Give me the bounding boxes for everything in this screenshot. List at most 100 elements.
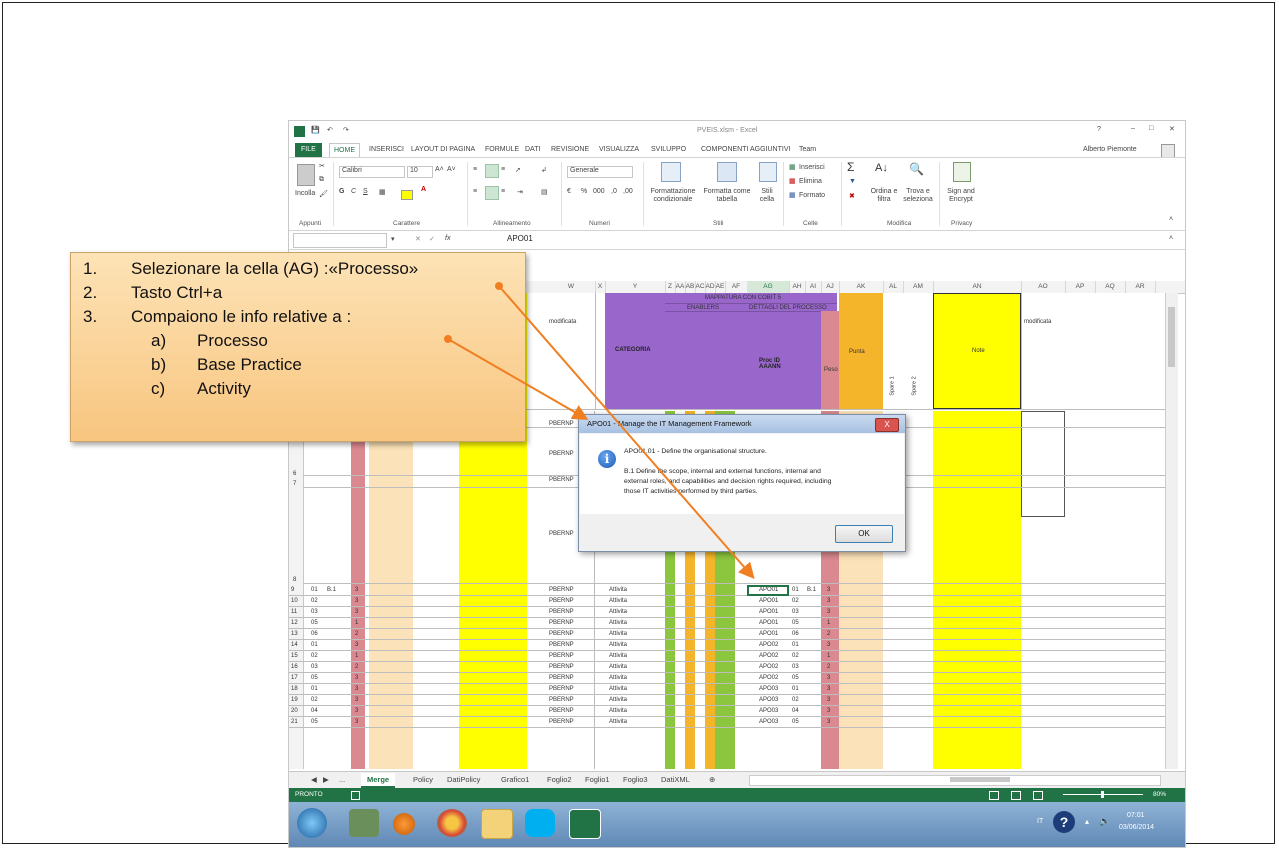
cell-ah[interactable]: 01 (792, 642, 799, 648)
wrap-text-icon[interactable]: ↲ (541, 166, 547, 174)
cell-a[interactable]: 05 (311, 719, 318, 725)
cell-aj[interactable]: 2 (827, 631, 830, 637)
col-aq[interactable]: AQ (1095, 281, 1126, 293)
tab-sviluppo[interactable]: SVILUPPO (651, 143, 686, 157)
paste-button[interactable]: Incolla (295, 190, 315, 197)
cell-y[interactable]: Attivita (609, 620, 627, 626)
cancel-entry-icon[interactable]: ✕ (415, 235, 421, 243)
col-am[interactable]: AM (903, 281, 934, 293)
cell-a[interactable]: 03 (311, 664, 318, 670)
italic-icon[interactable]: C (351, 188, 356, 195)
cell-ag[interactable]: APO01 (759, 609, 778, 615)
close-icon[interactable]: ✕ (1169, 125, 1175, 133)
explorer-icon[interactable] (349, 809, 379, 837)
restore-icon[interactable]: □ (1149, 125, 1153, 132)
cell-b[interactable]: B.1 (327, 587, 336, 593)
col-al[interactable]: AL (883, 281, 904, 293)
cell-aj[interactable]: 1 (827, 653, 830, 659)
cell-a[interactable]: 03 (311, 609, 318, 615)
insert-function-icon[interactable]: fx (445, 235, 450, 242)
cell-ah[interactable]: 02 (792, 598, 799, 604)
col-ag[interactable]: AG (747, 281, 790, 293)
grow-font-icon[interactable]: A˄ (435, 166, 444, 173)
table-row[interactable]: 9 01 B.1 3 PBERNP Attivita APO01 01 B.1 3 (289, 585, 1165, 596)
font-name-select[interactable]: Calibri (339, 166, 405, 178)
help-tray-icon[interactable]: ? (1053, 811, 1075, 833)
cell-ah[interactable]: 03 (792, 609, 799, 615)
cell-aj[interactable]: 3 (827, 587, 830, 593)
cell-aj[interactable]: 3 (827, 686, 830, 692)
cell-c[interactable]: 3 (355, 675, 358, 681)
cell-w[interactable]: PBERNP (549, 675, 574, 681)
sheet-tab-foglio2[interactable]: Foglio2 (547, 773, 572, 786)
merge-icon[interactable]: ▤ (541, 188, 548, 196)
confirm-entry-icon[interactable]: ✓ (429, 235, 435, 243)
cell-y[interactable]: Attivita (609, 631, 627, 637)
insert-button[interactable]: Inserisci (799, 164, 825, 171)
cell-w[interactable]: PBERNP (549, 697, 574, 703)
cell-ag[interactable]: APO02 (759, 642, 778, 648)
increase-decimal-icon[interactable]: ,0 (611, 188, 617, 195)
cell-aj[interactable]: 2 (827, 664, 830, 670)
autosum-icon[interactable]: Σ (847, 160, 854, 174)
tab-visualizza[interactable]: VISUALIZZA (599, 143, 639, 157)
align-top-icon[interactable]: ≡ (473, 166, 477, 173)
col-ah[interactable]: AH (789, 281, 806, 293)
cell-c[interactable]: 3 (355, 708, 358, 714)
col-w[interactable]: W (547, 281, 596, 293)
tab-componenti[interactable]: COMPONENTI AGGIUNTIVI (701, 143, 790, 157)
name-box[interactable] (293, 233, 387, 248)
shrink-font-icon[interactable]: A˅ (447, 166, 456, 173)
collapse-ribbon-icon[interactable]: ˄ (1169, 216, 1173, 223)
tab-layout[interactable]: LAYOUT DI PAGINA (411, 143, 475, 157)
sheet-tab-datixml[interactable]: DatiXML (661, 773, 690, 786)
format-painter-icon[interactable]: 🖌 (319, 190, 328, 198)
folder-icon[interactable] (481, 809, 513, 839)
tab-next-icon[interactable]: ▶ (323, 773, 329, 786)
cell-c[interactable]: 3 (355, 587, 358, 593)
thousands-icon[interactable]: 000 (593, 188, 605, 195)
expand-formula-icon[interactable]: ˄ (1169, 235, 1173, 242)
cell-styles-button[interactable]: Stili cella (755, 188, 779, 204)
tab-prev-icon[interactable]: ◀ (311, 773, 317, 786)
tab-inserisci[interactable]: INSERISCI (369, 143, 404, 157)
cell-y[interactable]: Attivita (609, 708, 627, 714)
cell-ag[interactable]: APO03 (759, 697, 778, 703)
cell-n[interactable]: 18 (291, 686, 298, 692)
table-row[interactable]: 11 03 3 PBERNP Attivita APO01 03 3 (289, 607, 1165, 618)
tab-file[interactable]: FILE (295, 143, 322, 157)
cell-ag[interactable]: APO01 (759, 631, 778, 637)
cell-y[interactable]: Attivita (609, 598, 627, 604)
cell-ah[interactable]: 04 (792, 708, 799, 714)
format-table-button[interactable]: Formatta come tabella (701, 188, 753, 204)
copy-icon[interactable]: ⧉ (319, 176, 324, 184)
tab-home[interactable]: HOME (329, 143, 360, 157)
align-center-icon[interactable] (485, 186, 499, 200)
cell-aj[interactable]: 3 (827, 598, 830, 604)
cell-n[interactable]: 17 (291, 675, 298, 681)
cell-w[interactable]: PBERNP (549, 664, 574, 670)
cell-y[interactable]: Attivita (609, 675, 627, 681)
table-row[interactable]: 14 01 3 PBERNP Attivita APO02 01 3 (289, 640, 1165, 651)
cell-c[interactable]: 3 (355, 697, 358, 703)
cell-ah[interactable]: 01 (792, 587, 799, 593)
cell-ag[interactable]: APO02 (759, 675, 778, 681)
clock-date[interactable]: 03/06/2014 (1119, 824, 1154, 831)
cell-w[interactable]: PBERNP (549, 598, 574, 604)
language-indicator[interactable]: IT (1037, 818, 1043, 825)
cell-ag[interactable]: APO03 (759, 719, 778, 725)
col-ai[interactable]: AI (805, 281, 822, 293)
redo-icon[interactable]: ↷ (343, 126, 349, 134)
vertical-scrollbar[interactable] (1165, 293, 1178, 769)
cell-ah[interactable]: 05 (792, 719, 799, 725)
sheet-tab-policy[interactable]: Policy (413, 773, 433, 786)
cell-aj[interactable]: 1 (827, 620, 830, 626)
cell-w[interactable]: PBERNP (549, 642, 574, 648)
macro-record-icon[interactable] (351, 791, 360, 800)
cell-a[interactable]: 05 (311, 620, 318, 626)
cell-c[interactable]: 1 (355, 653, 358, 659)
cell-ah[interactable]: 05 (792, 675, 799, 681)
font-size-select[interactable]: 10 (407, 166, 433, 178)
dialog-close-button[interactable]: X (875, 418, 899, 432)
cell-ah[interactable]: 06 (792, 631, 799, 637)
